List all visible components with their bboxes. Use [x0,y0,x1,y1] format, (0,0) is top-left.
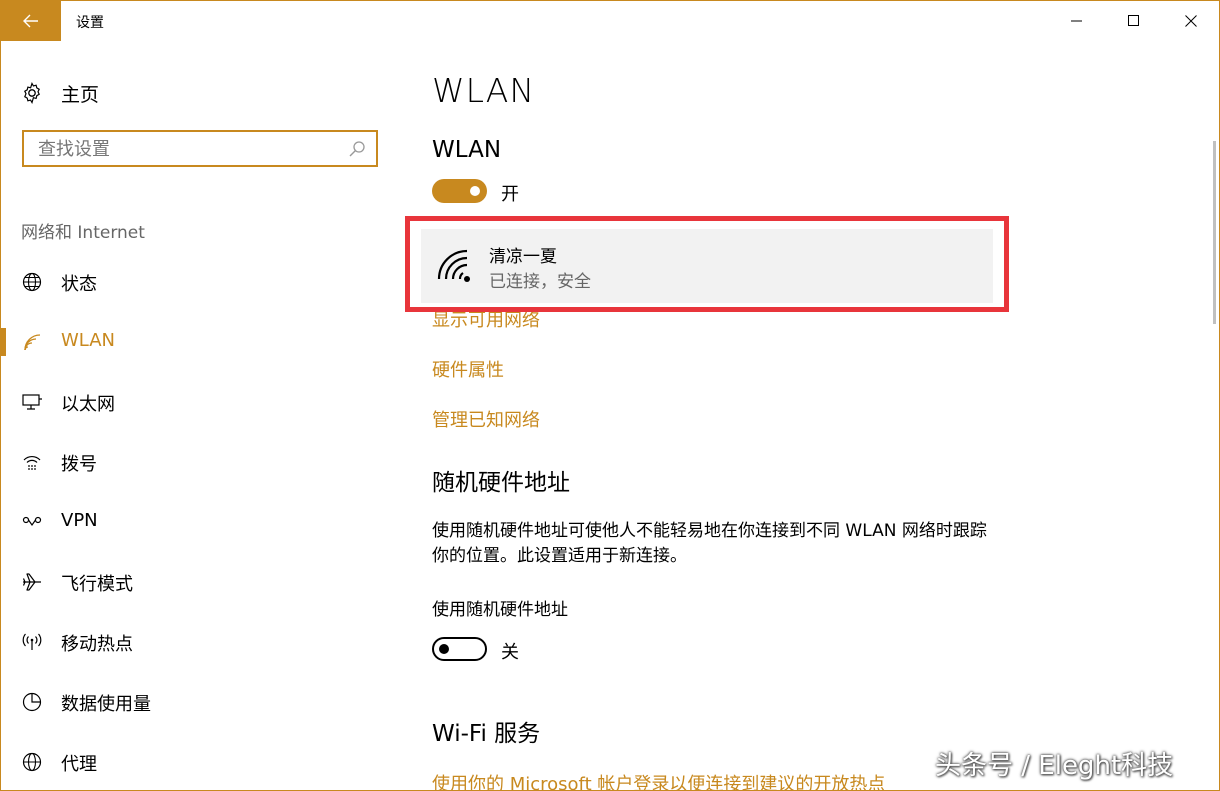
home-label: 主页 [61,83,100,106]
hotspot-icon [22,633,42,650]
wifi-icon [24,334,41,351]
section-label-network: 网络和 Internet [21,223,145,243]
active-indicator [1,328,6,356]
sidebar-item-label: 以太网 [61,394,115,415]
settings-window: 设置 主页 网络和 Internet [0,0,1220,791]
search-input[interactable] [24,132,340,167]
hardware-properties-link[interactable]: 硬件属性 [432,356,504,382]
sidebar-item-label: WLAN [61,330,116,351]
sidebar-item-label: 代理 [61,754,97,775]
sidebar-item-label: 数据使用量 [61,694,151,715]
search-box[interactable] [22,130,378,167]
wlan-toggle[interactable] [432,179,487,203]
dialup-icon [23,456,41,470]
sidebar-item-ethernet[interactable]: 以太网 [1,380,401,424]
sidebar-item-wlan[interactable]: WLAN [1,320,401,364]
home-nav-item[interactable]: 主页 [21,79,99,107]
search-icon [349,141,365,157]
sidebar: 主页 网络和 Internet 状态 [1,41,401,790]
random-hw-toggle-label: 关 [501,642,519,663]
random-hw-toggle[interactable] [432,637,487,661]
maximize-icon [1128,15,1139,26]
sidebar-item-hotspot[interactable]: 移动热点 [1,620,401,664]
wlan-section-title: WLAN [432,137,502,163]
sidebar-item-label: 飞行模式 [61,574,133,595]
random-hw-description: 使用随机硬件地址可使他人不能轻易地在你连接到不同 WLAN 网络时跟踪你的位置。… [432,521,987,566]
data-usage-icon [22,692,42,712]
close-button[interactable] [1163,1,1219,41]
toggle-knob [439,644,449,654]
sidebar-item-dialup[interactable]: 拨号 [1,440,401,484]
wifi-services-link[interactable]: 使用你的 Microsoft 帐户登录以便连接到建议的开放热点 [432,770,885,790]
airplane-icon [22,573,41,591]
title-bar: 设置 [1,1,1219,41]
globe-status-icon [22,272,42,292]
sidebar-item-data-usage[interactable]: 数据使用量 [1,680,401,724]
sidebar-item-proxy[interactable]: 代理 [1,740,401,784]
maximize-button[interactable] [1106,1,1162,41]
sidebar-item-label: 状态 [61,274,97,295]
close-icon [1185,15,1197,27]
sidebar-item-label: 移动热点 [61,634,133,655]
back-button[interactable] [1,1,61,41]
manage-known-networks-link[interactable]: 管理已知网络 [432,406,540,432]
page-title: WLAN [432,71,536,110]
back-arrow-icon [23,14,38,28]
window-title: 设置 [76,15,104,31]
minimize-button[interactable] [1049,1,1105,41]
ethernet-icon [22,394,42,410]
gear-icon [24,82,40,104]
sidebar-item-label: 拨号 [61,454,97,475]
highlight-annotation [405,216,1009,312]
wlan-toggle-label: 开 [501,184,519,205]
minimize-icon [1071,20,1082,22]
sidebar-item-vpn[interactable]: VPN [1,500,401,544]
sidebar-item-airplane[interactable]: 飞行模式 [1,560,401,604]
watermark: 头条号 / Eleght科技 [935,751,1174,781]
vpn-icon [22,516,42,527]
sidebar-item-label: VPN [61,510,98,531]
wifi-services-title: Wi-Fi 服务 [432,721,541,747]
random-hw-setting-label: 使用随机硬件地址 [432,600,568,620]
scrollbar[interactable] [1213,141,1216,324]
sidebar-item-status[interactable]: 状态 [1,260,401,304]
proxy-icon [22,752,42,772]
toggle-knob [470,186,480,196]
random-hw-section-title: 随机硬件地址 [432,470,570,496]
main-content: WLAN WLAN 开 显示可用网络 清凉一夏 已连接，安全 硬件属性 管理已知… [401,41,1211,790]
